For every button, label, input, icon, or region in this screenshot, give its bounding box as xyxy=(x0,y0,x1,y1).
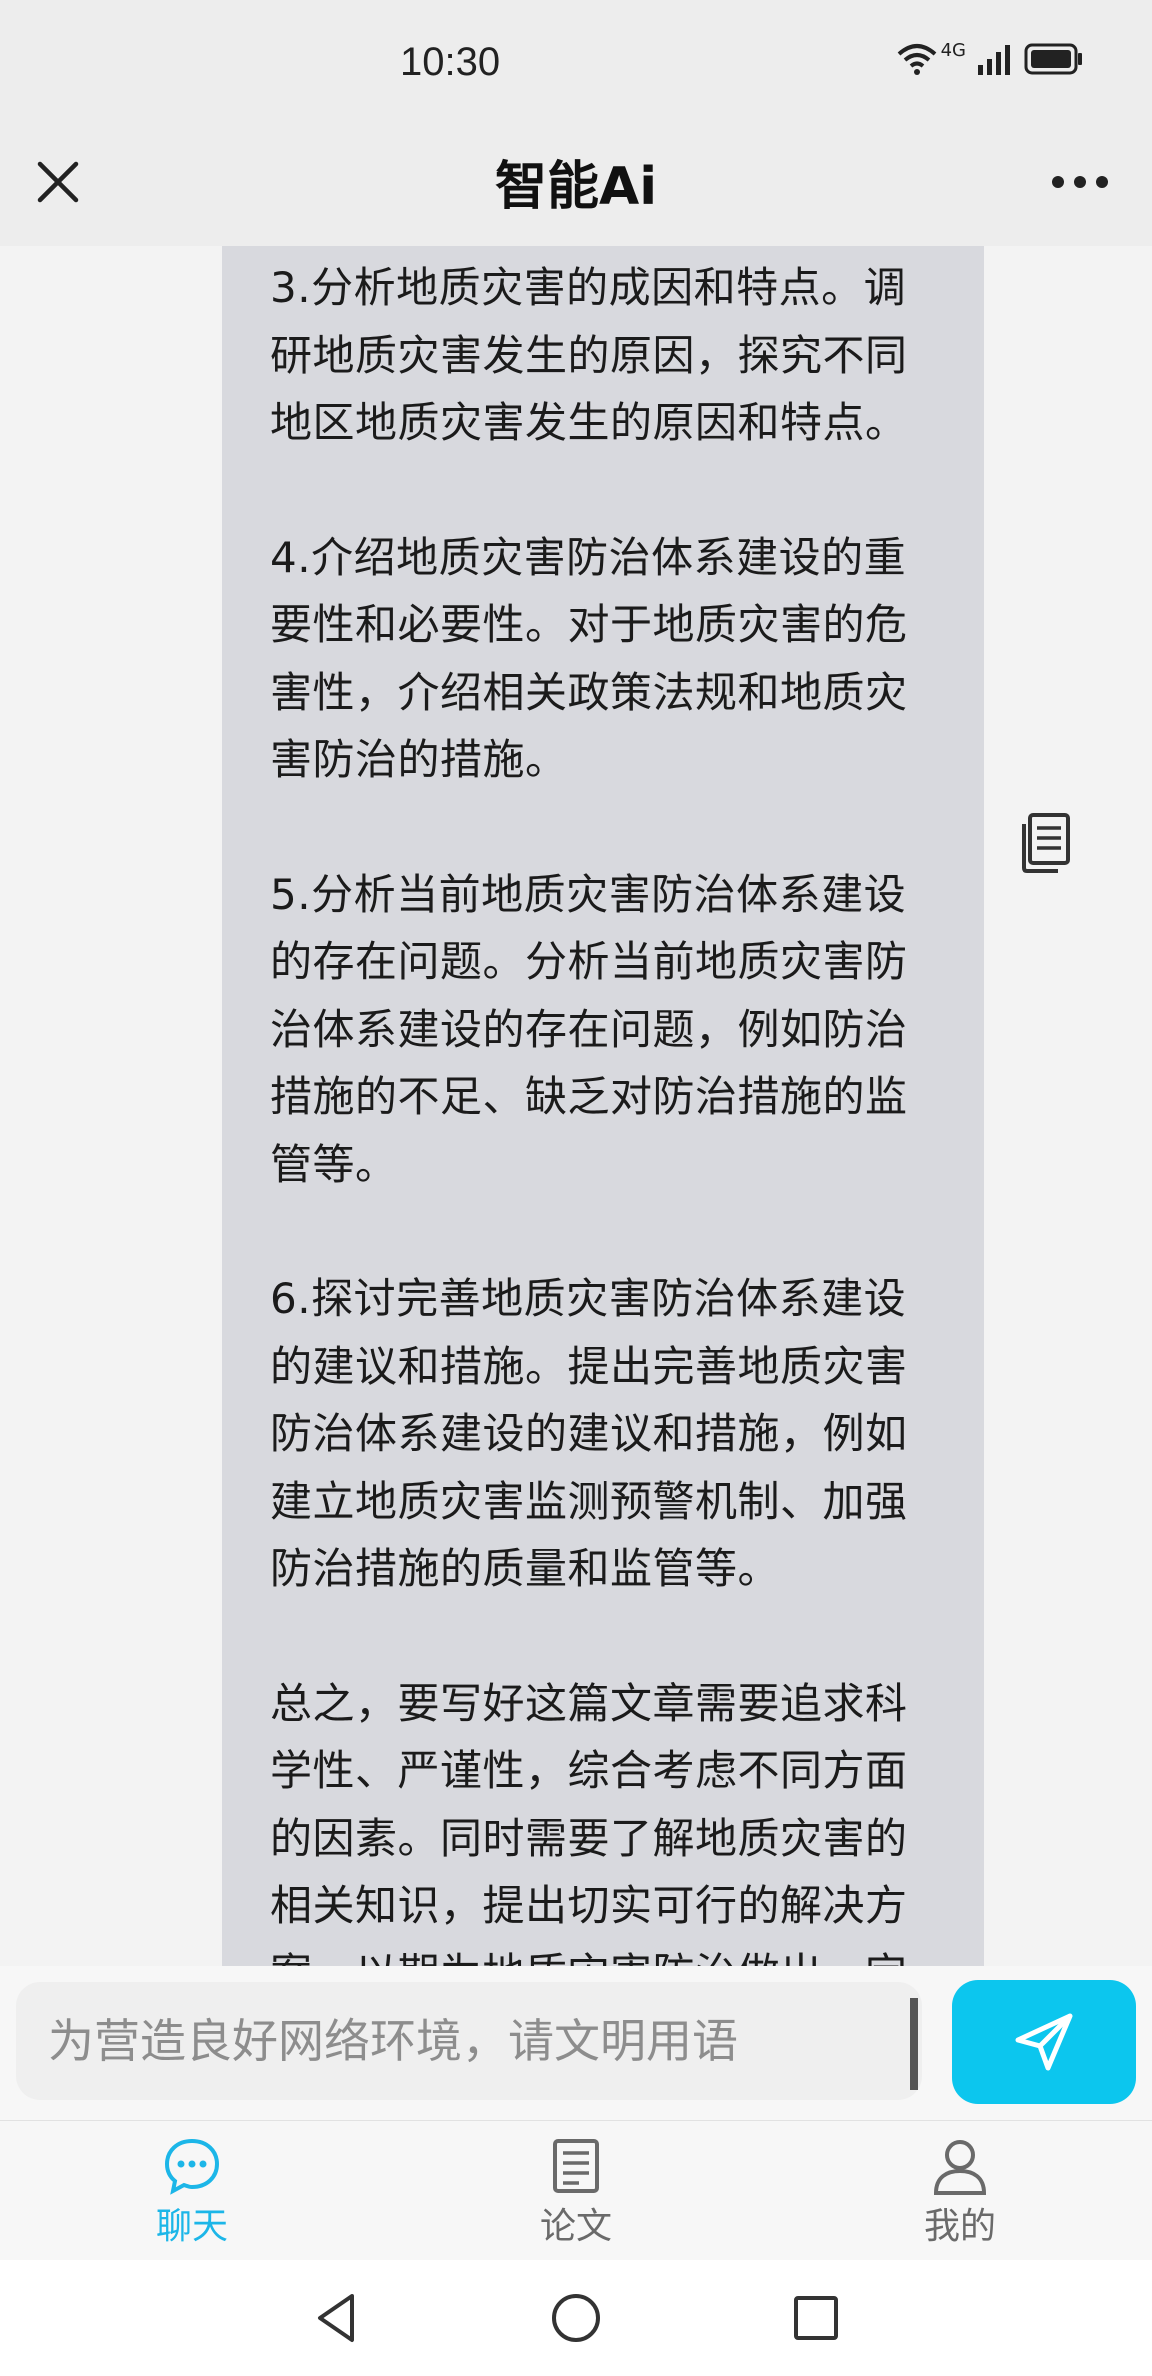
send-button[interactable] xyxy=(952,1980,1136,2104)
message-bubble[interactable]: 3.分析地质灾害的成因和特点。调研地质灾害发生的原因，探究不同地区地质灾害发生的… xyxy=(222,246,984,1966)
chat-icon xyxy=(164,2138,220,2195)
battery-icon xyxy=(1024,43,1082,75)
status-icons: 4G xyxy=(897,39,1084,76)
message-paragraph-summary: 总之，要写好这篇文章需要追求科学性、严谨性，综合考虑不同方面的因素。同时需要了解… xyxy=(270,1678,908,1967)
title-bar: 智能Ai xyxy=(0,134,1152,246)
recents-icon xyxy=(794,2296,838,2340)
system-home-button[interactable] xyxy=(546,2288,606,2348)
paper-icon xyxy=(553,2139,599,2193)
status-time: 10:30 xyxy=(400,40,501,84)
home-icon xyxy=(552,2294,600,2342)
back-icon xyxy=(318,2294,354,2342)
bottom-nav: 聊天 论文 我的 xyxy=(0,2120,1152,2260)
message-paragraph-4: 4.介绍地质灾害防治体系建设的重要性和必要性。对于地质灾害的危害性，介绍相关政策… xyxy=(270,532,908,785)
more-button[interactable] xyxy=(1044,154,1116,210)
copy-icon xyxy=(1022,813,1070,873)
message-paragraph-5: 5.分析当前地质灾害防治体系建设的存在问题。分析当前地质灾害防治体系建设的存在问… xyxy=(270,869,908,1189)
system-back-button[interactable] xyxy=(306,2288,366,2348)
status-bar: 10:30 4G xyxy=(0,0,1152,134)
send-icon xyxy=(1015,2013,1073,2071)
page-title: 智能Ai xyxy=(494,157,658,217)
nav-item-chat[interactable]: 聊天 xyxy=(92,2137,292,2257)
signal-icon xyxy=(978,45,1010,75)
message-paragraph-3: 3.分析地质灾害的成因和特点。调研地质灾害发生的原因，探究不同地区地质灾害发生的… xyxy=(270,263,908,447)
system-nav-bar xyxy=(0,2260,1152,2376)
nav-label-chat: 聊天 xyxy=(155,2206,228,2247)
nav-item-paper[interactable]: 论文 xyxy=(476,2137,676,2257)
nav-label-profile: 我的 xyxy=(923,2206,996,2247)
message-paragraph-6: 6.探讨完善地质灾害防治体系建设的建议和措施。提出完善地质灾害防治体系建设的建议… xyxy=(270,1274,908,1593)
input-scrollbar xyxy=(910,1998,918,2090)
message-input[interactable] xyxy=(16,1982,922,2100)
nav-label-paper: 论文 xyxy=(539,2206,612,2247)
input-bar xyxy=(0,1966,1152,2120)
profile-icon xyxy=(933,2140,987,2195)
network-label: 4G xyxy=(940,39,966,61)
nav-item-profile[interactable]: 我的 xyxy=(860,2137,1060,2257)
copy-button[interactable] xyxy=(1018,812,1074,874)
more-icon xyxy=(1052,176,1108,188)
system-recents-button[interactable] xyxy=(786,2288,846,2348)
wifi-icon xyxy=(897,44,936,75)
chat-area[interactable]: 3.分析地质灾害的成因和特点。调研地质灾害发生的原因，探究不同地区地质灾害发生的… xyxy=(0,246,1152,1966)
